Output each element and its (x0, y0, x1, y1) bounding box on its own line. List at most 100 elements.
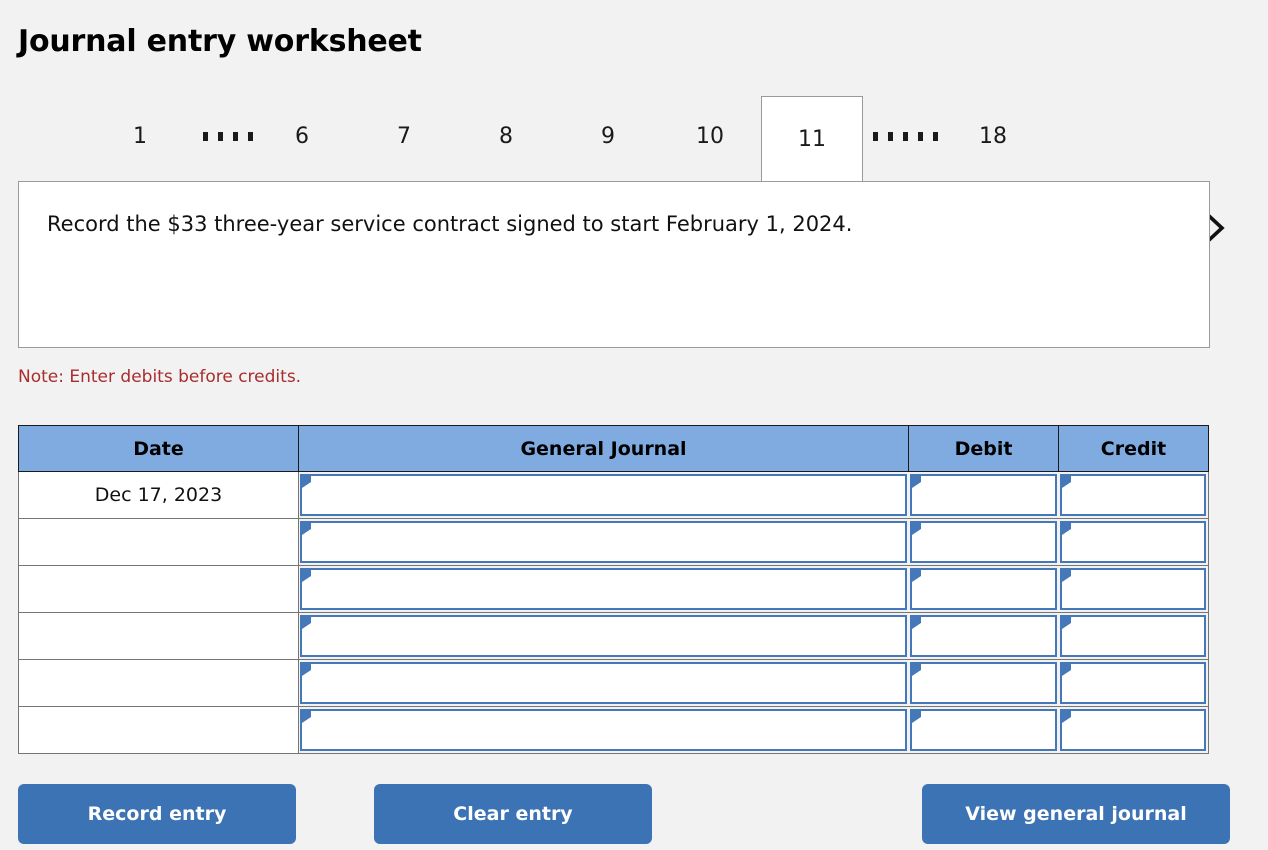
debit-input[interactable] (909, 615, 1057, 657)
dropdown-marker-icon (1062, 570, 1073, 583)
tab-label: 6 (295, 123, 309, 149)
dot (902, 131, 908, 141)
journal-entry-table: Date General Journal Debit Credit Dec 17… (18, 425, 1209, 754)
dropdown-marker-icon (1062, 664, 1073, 677)
debit-cell (908, 706, 1059, 754)
dropdown-marker-icon (1062, 523, 1073, 536)
credit-input[interactable] (1059, 615, 1206, 657)
debit-input[interactable] (909, 521, 1057, 563)
credit-cell (1058, 518, 1209, 566)
general-journal-input[interactable] (300, 709, 907, 751)
credit-cell (1058, 659, 1209, 707)
date-cell[interactable] (18, 659, 299, 707)
tab-label: 18 (979, 123, 1007, 149)
scenario-text: Record the $33 three-year service contra… (47, 212, 853, 236)
credit-input[interactable] (1059, 662, 1206, 704)
tab-1[interactable]: 1 (108, 96, 172, 176)
table-row (18, 706, 1209, 754)
general-journal-cell (298, 565, 909, 613)
debit-input[interactable] (909, 474, 1057, 516)
column-header-general-journal: General Journal (298, 425, 909, 472)
tab-ellipsis-right (866, 96, 944, 176)
credit-input[interactable] (1059, 568, 1206, 610)
dropdown-marker-icon (912, 570, 923, 583)
tab-7[interactable]: 7 (372, 96, 436, 176)
dot (917, 131, 923, 141)
dot (872, 131, 878, 141)
general-journal-input[interactable] (300, 615, 907, 657)
tab-label: 7 (397, 123, 411, 149)
dropdown-marker-icon (302, 711, 313, 724)
dropdown-marker-icon (1062, 476, 1073, 489)
date-cell[interactable] (18, 706, 299, 754)
tab-11-active[interactable]: 11 (761, 96, 863, 181)
general-journal-input[interactable] (300, 474, 907, 516)
credit-input[interactable] (1059, 474, 1206, 516)
credit-input[interactable] (1059, 521, 1206, 563)
tab-9[interactable]: 9 (576, 96, 640, 176)
dropdown-marker-icon (302, 523, 313, 536)
table-row: Dec 17, 2023 (18, 471, 1209, 519)
record-entry-button[interactable]: Record entry (18, 784, 296, 844)
debits-before-credits-note: Note: Enter debits before credits. (18, 367, 302, 387)
date-cell[interactable]: Dec 17, 2023 (18, 471, 299, 519)
debit-cell (908, 518, 1059, 566)
table-row (18, 565, 1209, 613)
tab-label: 10 (696, 123, 724, 149)
dropdown-marker-icon (912, 664, 923, 677)
credit-cell (1058, 612, 1209, 660)
table-header-row: Date General Journal Debit Credit (18, 425, 1209, 472)
debit-cell (908, 565, 1059, 613)
view-general-journal-button[interactable]: View general journal (922, 784, 1230, 844)
dot (203, 131, 208, 141)
dropdown-marker-icon (302, 476, 313, 489)
dropdown-marker-icon (912, 617, 923, 630)
debit-cell (908, 659, 1059, 707)
debit-input[interactable] (909, 662, 1057, 704)
scenario-panel: Record the $33 three-year service contra… (18, 181, 1210, 348)
column-header-credit: Credit (1058, 425, 1209, 472)
table-row (18, 518, 1209, 566)
credit-input[interactable] (1059, 709, 1206, 751)
worksheet-tab-strip: 1 6 7 8 9 10 11 18 (0, 96, 1268, 244)
dropdown-marker-icon (912, 711, 923, 724)
tab-label: 11 (798, 126, 826, 152)
dot (887, 131, 893, 141)
table-row (18, 612, 1209, 660)
table-row (18, 659, 1209, 707)
dot (932, 131, 938, 141)
dot (248, 131, 253, 141)
column-header-date: Date (18, 425, 299, 472)
general-journal-input[interactable] (300, 662, 907, 704)
general-journal-input[interactable] (300, 521, 907, 563)
dropdown-marker-icon (302, 664, 313, 677)
debit-input[interactable] (909, 709, 1057, 751)
tab-ellipsis-left (184, 96, 272, 176)
clear-entry-button[interactable]: Clear entry (374, 784, 652, 844)
date-cell[interactable] (18, 612, 299, 660)
general-journal-cell (298, 612, 909, 660)
dropdown-marker-icon (1062, 711, 1073, 724)
general-journal-cell (298, 518, 909, 566)
tab-18[interactable]: 18 (958, 96, 1028, 176)
credit-cell (1058, 471, 1209, 519)
tab-6[interactable]: 6 (270, 96, 334, 176)
debit-cell (908, 471, 1059, 519)
tab-10[interactable]: 10 (678, 96, 742, 176)
page-title: Journal entry worksheet (18, 24, 422, 59)
general-journal-input[interactable] (300, 568, 907, 610)
general-journal-cell (298, 706, 909, 754)
date-cell[interactable] (18, 565, 299, 613)
tab-label: 1 (133, 123, 147, 149)
tab-8[interactable]: 8 (474, 96, 538, 176)
dot (218, 131, 223, 141)
dropdown-marker-icon (302, 570, 313, 583)
credit-cell (1058, 706, 1209, 754)
date-cell[interactable] (18, 518, 299, 566)
dropdown-marker-icon (912, 523, 923, 536)
tab-label: 8 (499, 123, 513, 149)
debit-input[interactable] (909, 568, 1057, 610)
dropdown-marker-icon (1062, 617, 1073, 630)
dot (233, 131, 238, 141)
credit-cell (1058, 565, 1209, 613)
